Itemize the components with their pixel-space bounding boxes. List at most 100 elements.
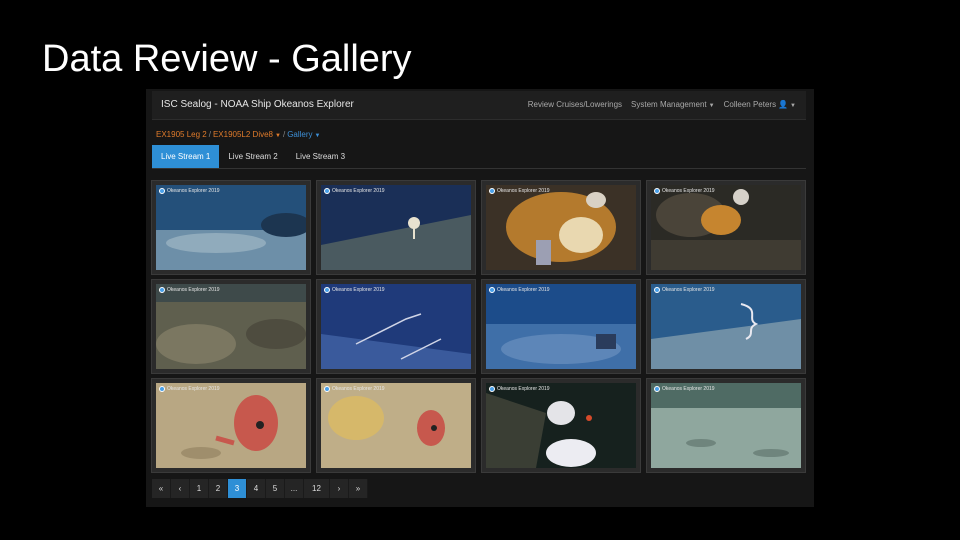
gallery-thumbnail[interactable]: Okeanos Explorer 2019	[316, 180, 476, 275]
thumbnail-image[interactable]: Okeanos Explorer 2019	[321, 284, 471, 369]
noaa-watermark: Okeanos Explorer 2019	[159, 287, 220, 293]
nav-review-cruises[interactable]: Review Cruises/Lowerings	[528, 100, 622, 109]
page-4-button[interactable]: 4	[247, 479, 266, 498]
page-2-button[interactable]: 2	[209, 479, 228, 498]
gallery-thumbnail[interactable]: Okeanos Explorer 2019	[151, 279, 311, 374]
gallery-grid: Okeanos Explorer 2019 Okeanos Explorer 20…	[151, 180, 806, 473]
navbar: ISC Sealog - NOAA Ship Okeanos Explorer …	[152, 91, 806, 120]
noaa-watermark: Okeanos Explorer 2019	[324, 287, 385, 293]
underwater-image	[486, 383, 636, 468]
thumbnail-image[interactable]: Okeanos Explorer 2019	[486, 185, 636, 270]
page-1-button[interactable]: 1	[190, 479, 209, 498]
gallery-thumbnail[interactable]: Okeanos Explorer 2019	[481, 279, 641, 374]
gallery-thumbnail[interactable]: Okeanos Explorer 2019	[481, 180, 641, 275]
noaa-logo-icon	[324, 188, 330, 194]
thumbnail-image[interactable]: Okeanos Explorer 2019	[651, 383, 801, 468]
page-5-button[interactable]: 5	[266, 479, 285, 498]
watermark-text: Okeanos Explorer 2019	[332, 287, 385, 293]
noaa-logo-icon	[324, 287, 330, 293]
gallery-thumbnail[interactable]: Okeanos Explorer 2019	[646, 378, 806, 473]
tab-live-stream-1[interactable]: Live Stream 1	[152, 145, 220, 168]
underwater-image	[486, 284, 636, 369]
breadcrumb-lowering[interactable]: EX1905L2 Dive8	[213, 130, 273, 139]
nav-review-cruises-label: Review Cruises/Lowerings	[527, 100, 623, 109]
last-page-button[interactable]: »	[349, 479, 368, 498]
watermark-text: Okeanos Explorer 2019	[497, 386, 550, 392]
watermark-text: Okeanos Explorer 2019	[332, 188, 385, 194]
thumbnail-image[interactable]: Okeanos Explorer 2019	[321, 185, 471, 270]
nav-user-menu[interactable]: Colleen Peters 👤 ▼	[724, 100, 796, 109]
watermark-text: Okeanos Explorer 2019	[662, 386, 715, 392]
noaa-watermark: Okeanos Explorer 2019	[489, 287, 550, 293]
page-3-button[interactable]: 3	[228, 479, 247, 498]
noaa-logo-icon	[159, 386, 165, 392]
nav-system-management[interactable]: System Management ▼	[631, 100, 715, 109]
watermark-text: Okeanos Explorer 2019	[167, 287, 220, 293]
gallery-thumbnail[interactable]: Okeanos Explorer 2019	[316, 279, 476, 374]
navbar-menu: Review Cruises/Lowerings System Manageme…	[528, 100, 796, 109]
thumbnail-image[interactable]: Okeanos Explorer 2019	[651, 185, 801, 270]
caret-down-icon[interactable]: ▼	[275, 133, 281, 139]
breadcrumb-separator: /	[208, 130, 211, 139]
thumbnail-image[interactable]: Okeanos Explorer 2019	[156, 383, 306, 468]
underwater-image	[486, 185, 636, 270]
watermark-text: Okeanos Explorer 2019	[497, 188, 550, 194]
noaa-watermark: Okeanos Explorer 2019	[489, 386, 550, 392]
noaa-logo-icon	[489, 386, 495, 392]
noaa-watermark: Okeanos Explorer 2019	[159, 386, 220, 392]
stream-tabs: Live Stream 1 Live Stream 2 Live Stream …	[152, 145, 806, 169]
noaa-logo-icon	[489, 188, 495, 194]
breadcrumb-cruise[interactable]: EX1905 Leg 2	[156, 130, 207, 139]
thumbnail-image[interactable]: Okeanos Explorer 2019	[156, 185, 306, 270]
page-12-button[interactable]: 12	[304, 479, 330, 498]
gallery-thumbnail[interactable]: Okeanos Explorer 2019	[151, 378, 311, 473]
nav-user-label: Colleen Peters	[723, 100, 777, 109]
tab-live-stream-2[interactable]: Live Stream 2	[219, 145, 286, 168]
noaa-watermark: Okeanos Explorer 2019	[324, 188, 385, 194]
gallery-thumbnail[interactable]: Okeanos Explorer 2019	[646, 180, 806, 275]
thumbnail-image[interactable]: Okeanos Explorer 2019	[321, 383, 471, 468]
nav-system-management-label: System Management	[631, 100, 707, 109]
caret-down-icon: ▼	[790, 103, 796, 109]
watermark-text: Okeanos Explorer 2019	[167, 188, 220, 194]
noaa-logo-icon	[159, 287, 165, 293]
breadcrumb: EX1905 Leg 2/EX1905L2 Dive8 ▼ / Gallery ▼	[156, 130, 320, 139]
noaa-watermark: Okeanos Explorer 2019	[654, 287, 715, 293]
underwater-image	[321, 383, 471, 468]
underwater-image	[156, 185, 306, 270]
noaa-logo-icon	[324, 386, 330, 392]
noaa-watermark: Okeanos Explorer 2019	[324, 386, 385, 392]
tab-live-stream-3[interactable]: Live Stream 3	[287, 145, 354, 168]
next-page-button[interactable]: ›	[330, 479, 349, 498]
prev-page-button[interactable]: ‹	[171, 479, 190, 498]
noaa-watermark: Okeanos Explorer 2019	[489, 188, 550, 194]
noaa-watermark: Okeanos Explorer 2019	[159, 188, 220, 194]
gallery-thumbnail[interactable]: Okeanos Explorer 2019	[481, 378, 641, 473]
noaa-logo-icon	[159, 188, 165, 194]
caret-down-icon[interactable]: ▼	[315, 133, 321, 139]
gallery-thumbnail[interactable]: Okeanos Explorer 2019	[151, 180, 311, 275]
watermark-text: Okeanos Explorer 2019	[497, 287, 550, 293]
underwater-image	[156, 383, 306, 468]
thumbnail-image[interactable]: Okeanos Explorer 2019	[486, 383, 636, 468]
breadcrumb-view[interactable]: Gallery	[287, 130, 312, 139]
noaa-logo-icon	[654, 287, 660, 293]
thumbnail-image[interactable]: Okeanos Explorer 2019	[651, 284, 801, 369]
noaa-watermark: Okeanos Explorer 2019	[654, 386, 715, 392]
breadcrumb-separator: /	[282, 130, 286, 139]
gallery-thumbnail[interactable]: Okeanos Explorer 2019	[646, 279, 806, 374]
noaa-watermark: Okeanos Explorer 2019	[654, 188, 715, 194]
gallery-thumbnail[interactable]: Okeanos Explorer 2019	[316, 378, 476, 473]
first-page-button[interactable]: «	[152, 479, 171, 498]
watermark-text: Okeanos Explorer 2019	[332, 386, 385, 392]
pagination-ellipsis: ...	[285, 479, 304, 498]
caret-down-icon: ▼	[708, 103, 715, 109]
underwater-image	[321, 185, 471, 270]
app-window: ISC Sealog - NOAA Ship Okeanos Explorer …	[146, 89, 814, 507]
thumbnail-image[interactable]: Okeanos Explorer 2019	[156, 284, 306, 369]
noaa-logo-icon	[654, 386, 660, 392]
pagination: « ‹ 1 2 3 4 5 ... 12 › »	[152, 479, 368, 498]
navbar-brand[interactable]: ISC Sealog - NOAA Ship Okeanos Explorer	[161, 99, 354, 110]
thumbnail-image[interactable]: Okeanos Explorer 2019	[486, 284, 636, 369]
noaa-logo-icon	[654, 188, 660, 194]
